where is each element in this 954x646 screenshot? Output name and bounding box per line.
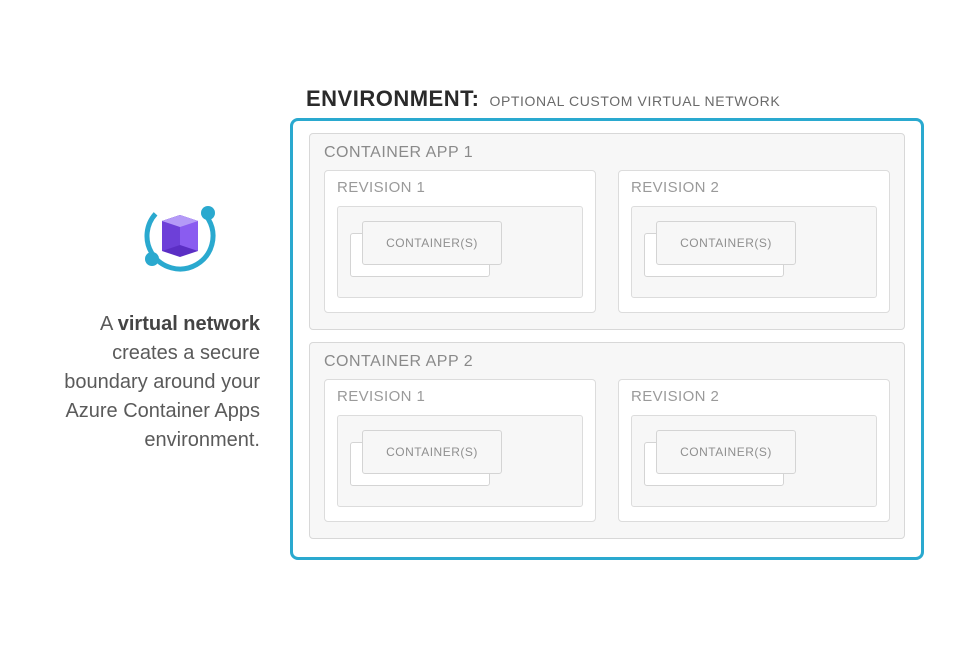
environment-header: ENVIRONMENT: OPTIONAL CUSTOM VIRTUAL NET… — [290, 86, 924, 112]
revision-title: REVISION 1 — [337, 179, 583, 196]
container-label: CONTAINER(S) — [680, 445, 772, 459]
container-card-front: CONTAINER(S) — [656, 430, 796, 474]
app-title: CONTAINER APP 1 — [324, 144, 890, 162]
container-label: CONTAINER(S) — [386, 445, 478, 459]
replica-frame: CONTAINER(S) — [337, 415, 583, 507]
container-stack: CONTAINER(S) — [350, 221, 570, 279]
vnet-icon — [130, 191, 230, 286]
environment-subtitle: OPTIONAL CUSTOM VIRTUAL NETWORK — [489, 93, 780, 109]
description-rest: creates a secure boundary around your Az… — [64, 342, 260, 451]
sidebar: A virtual network creates a secure bound… — [10, 191, 290, 455]
revision-title: REVISION 2 — [631, 388, 877, 405]
revision-box: REVISION 1 CONTAINER(S) — [324, 170, 596, 313]
app-title: CONTAINER APP 2 — [324, 353, 890, 371]
revision-title: REVISION 1 — [337, 388, 583, 405]
revision-box: REVISION 1 CONTAINER(S) — [324, 379, 596, 522]
replica-frame: CONTAINER(S) — [631, 206, 877, 298]
description-bold: virtual network — [118, 313, 260, 335]
container-app-2: CONTAINER APP 2 REVISION 1 CONTAINER(S) — [309, 342, 905, 539]
container-card-front: CONTAINER(S) — [362, 221, 502, 265]
container-stack: CONTAINER(S) — [644, 221, 864, 279]
container-stack: CONTAINER(S) — [644, 430, 864, 488]
replica-frame: CONTAINER(S) — [337, 206, 583, 298]
container-app-1: CONTAINER APP 1 REVISION 1 CONTAINER(S) — [309, 133, 905, 330]
revision-box: REVISION 2 CONTAINER(S) — [618, 170, 890, 313]
description-text: A virtual network creates a secure bound… — [30, 310, 260, 455]
replica-frame: CONTAINER(S) — [631, 415, 877, 507]
container-label: CONTAINER(S) — [386, 236, 478, 250]
container-card-front: CONTAINER(S) — [656, 221, 796, 265]
container-stack: CONTAINER(S) — [350, 430, 570, 488]
diagram-main: ENVIRONMENT: OPTIONAL CUSTOM VIRTUAL NET… — [290, 86, 924, 560]
revisions-row: REVISION 1 CONTAINER(S) REVISION 2 — [324, 379, 890, 522]
container-card-front: CONTAINER(S) — [362, 430, 502, 474]
revision-box: REVISION 2 CONTAINER(S) — [618, 379, 890, 522]
container-label: CONTAINER(S) — [680, 236, 772, 250]
environment-box: CONTAINER APP 1 REVISION 1 CONTAINER(S) — [290, 118, 924, 560]
revision-title: REVISION 2 — [631, 179, 877, 196]
description-prefix: A — [100, 313, 118, 335]
environment-label: ENVIRONMENT: — [306, 86, 479, 112]
revisions-row: REVISION 1 CONTAINER(S) REVISION 2 — [324, 170, 890, 313]
